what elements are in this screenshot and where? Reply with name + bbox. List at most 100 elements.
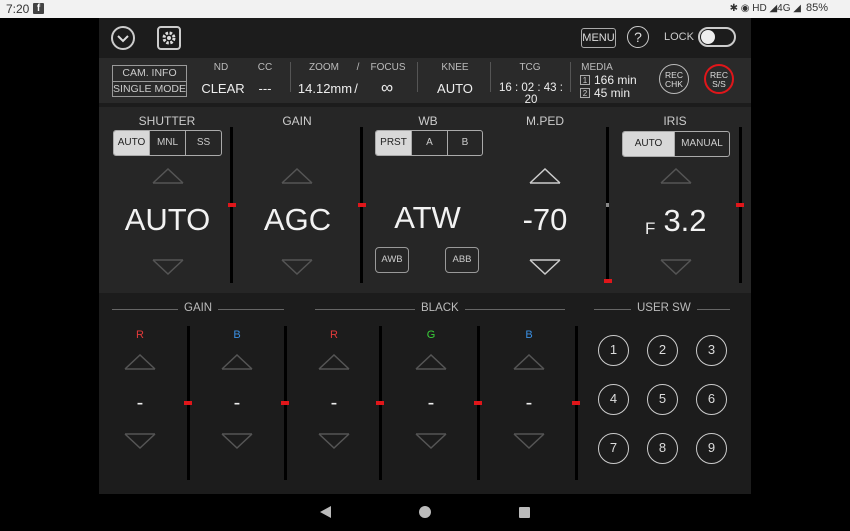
focus-label: FOCUS [370, 62, 406, 73]
shutter-mode-selector[interactable]: AUTO MNL SS [113, 130, 222, 156]
cc-value: --- [258, 81, 272, 96]
channel-slider-marker[interactable] [376, 401, 384, 405]
zoom-label: ZOOM [309, 62, 339, 73]
shutter-value: AUTO [124, 202, 211, 237]
lock-toggle[interactable] [698, 27, 736, 47]
gain-up-arrow-icon[interactable] [281, 168, 313, 185]
shutter-mode-auto[interactable]: AUTO [114, 131, 150, 155]
channel-down-arrow-icon[interactable] [124, 433, 156, 450]
iris-down-arrow-icon[interactable] [660, 259, 692, 276]
usersw-title: USER SW [631, 302, 697, 314]
menu-button[interactable]: MENU [581, 28, 616, 48]
channel-slider-marker[interactable] [572, 401, 580, 405]
abb-button[interactable]: ABB [445, 247, 479, 273]
mped-title: M.PED [525, 114, 564, 128]
media-slot-2-remaining: 45 min [594, 86, 631, 100]
shutter-mode-mnl[interactable]: MNL [150, 131, 186, 155]
iris-value: 3.2 [663, 203, 707, 238]
home-icon[interactable] [419, 506, 431, 518]
iris-mode-selector[interactable]: AUTO MANUAL [622, 131, 730, 157]
wb-mode-selector[interactable]: PRST A B [375, 130, 483, 156]
mped-slider-marker[interactable] [604, 279, 612, 283]
recents-icon[interactable] [519, 507, 530, 518]
rec-ss-line2: S/S [712, 79, 726, 89]
help-button[interactable]: ? [627, 26, 649, 48]
gain-down-arrow-icon[interactable] [281, 259, 313, 276]
wb-mode-b[interactable]: B [448, 131, 482, 155]
channel-slider-marker[interactable] [474, 401, 482, 405]
wb-mode-prst[interactable]: PRST [376, 131, 412, 155]
channel-up-arrow-icon[interactable] [124, 354, 156, 371]
user-switch-button[interactable]: 6 [696, 384, 727, 415]
tcg-value: 16 : 02 : 43 : 20 [499, 82, 563, 106]
mped-down-arrow-icon[interactable] [529, 259, 561, 276]
mped-value: -70 [522, 202, 568, 237]
battery-percent: 85% [805, 2, 828, 14]
channel-down-arrow-icon[interactable] [415, 433, 447, 450]
user-switch-button[interactable]: 4 [598, 384, 629, 415]
divider [490, 62, 491, 92]
channel-label: G [426, 329, 436, 341]
user-switch-button[interactable]: 8 [647, 433, 678, 464]
settings-button[interactable] [157, 26, 181, 50]
zoom-focus-slash: / [356, 62, 360, 73]
user-switch-button[interactable]: 9 [696, 433, 727, 464]
channel-slider-marker[interactable] [184, 401, 192, 405]
user-switch-button[interactable]: 5 [647, 384, 678, 415]
shutter-down-arrow-icon[interactable] [152, 259, 184, 276]
shutter-up-arrow-icon[interactable] [152, 168, 184, 185]
iris-up-arrow-icon[interactable] [660, 168, 692, 185]
channel-value: - [233, 392, 241, 414]
user-switch-button[interactable]: 3 [696, 335, 727, 366]
iris-mode-manual[interactable]: MANUAL [675, 132, 729, 156]
divider [290, 62, 291, 92]
divider [417, 62, 418, 92]
channel-slider-marker[interactable] [281, 401, 289, 405]
gain-slider-marker[interactable] [358, 203, 366, 207]
gain-title: GAIN [282, 114, 312, 128]
channel-label: R [330, 329, 338, 341]
nd-label: ND [213, 62, 229, 73]
cam-info-mode-button[interactable]: CAM. INFO SINGLE MODE [112, 65, 187, 97]
iris-f-label: F [645, 219, 656, 238]
channel-up-arrow-icon[interactable] [415, 354, 447, 371]
iris-slider-marker[interactable] [736, 203, 744, 207]
toggle-knob [701, 30, 715, 44]
tcg-label: TCG [519, 62, 541, 73]
iris-mode-auto[interactable]: AUTO [623, 132, 676, 156]
status-indicator-icons: ✱ ◉ HD ◢4G ◢ [729, 2, 801, 14]
shutter-slider-marker[interactable] [228, 203, 236, 207]
cc-label: CC [257, 62, 273, 73]
shutter-title: SHUTTER [138, 114, 196, 128]
mped-up-arrow-icon[interactable] [529, 168, 561, 185]
nd-value: CLEAR [201, 81, 245, 96]
rec-start-stop-button[interactable]: REC S/S [704, 64, 734, 94]
knee-label: KNEE [441, 62, 469, 73]
user-switch-button[interactable]: 1 [598, 335, 629, 366]
zoom-value: 14.12mm [297, 81, 353, 96]
collapse-chevron-button[interactable] [111, 26, 135, 50]
camera-info-bar [99, 58, 751, 103]
user-switch-button[interactable]: 7 [598, 433, 629, 464]
lower-gain-title: GAIN [178, 302, 219, 314]
channel-up-arrow-icon[interactable] [513, 354, 545, 371]
channel-down-arrow-icon[interactable] [318, 433, 350, 450]
cam-info-label: CAM. INFO [122, 67, 177, 79]
rec-check-button[interactable]: REC CHK [659, 64, 689, 94]
channel-down-arrow-icon[interactable] [221, 433, 253, 450]
awb-button[interactable]: AWB [375, 247, 409, 273]
channel-label: B [525, 329, 533, 341]
gain-value: AGC [263, 202, 332, 237]
channel-value: - [427, 392, 435, 414]
wb-mode-a[interactable]: A [412, 131, 448, 155]
back-icon[interactable] [320, 506, 331, 518]
divider [570, 62, 571, 92]
wb-value: ATW [394, 200, 461, 235]
channel-down-arrow-icon[interactable] [513, 433, 545, 450]
channel-up-arrow-icon[interactable] [221, 354, 253, 371]
user-switch-button[interactable]: 2 [647, 335, 678, 366]
shutter-mode-ss[interactable]: SS [186, 131, 221, 155]
gear-icon [162, 31, 176, 45]
channel-up-arrow-icon[interactable] [318, 354, 350, 371]
android-status-bar: 7:20 f ✱ ◉ HD ◢4G ◢ 85% [0, 0, 850, 18]
